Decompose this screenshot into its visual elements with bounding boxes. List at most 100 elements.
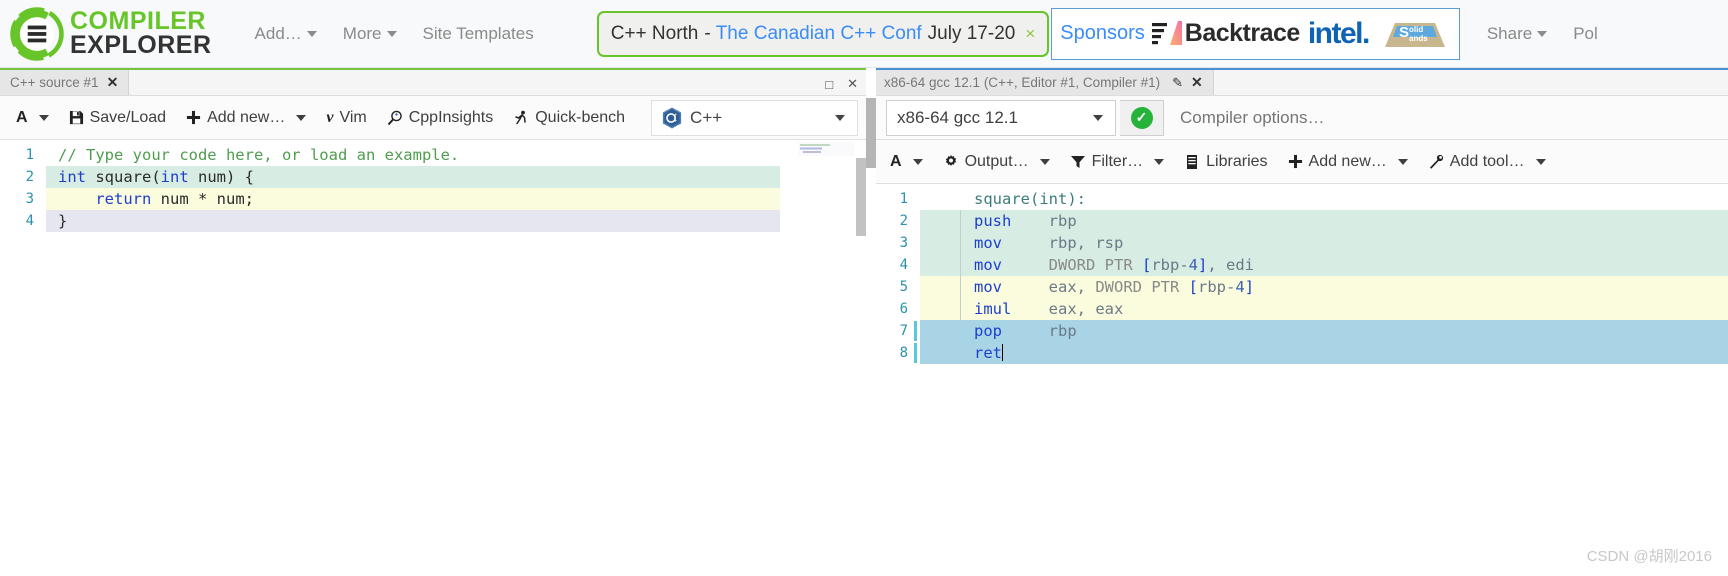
tab-title: x86-64 gcc 12.1 (C++, Editor #1, Compile… xyxy=(884,75,1161,90)
line-number: 3 xyxy=(899,235,908,251)
asm-token: rbp- xyxy=(1198,278,1236,296)
quick-bench-label: Quick-bench xyxy=(535,108,626,126)
nav-site-templates[interactable]: Site Templates xyxy=(410,18,547,50)
editor-window-controls: □ ✕ xyxy=(825,70,858,98)
asm-gutter-separator xyxy=(960,232,961,254)
close-icon[interactable]: ✕ xyxy=(1191,74,1203,91)
asm-line: 5 mov eax, DWORD PTR [rbp-4] xyxy=(874,276,1728,298)
asm-token xyxy=(1002,234,1049,252)
code-line: 3 return num * num; xyxy=(0,188,866,210)
nav-add-menu[interactable]: Add… xyxy=(242,18,330,50)
asm-token: , edi xyxy=(1207,256,1255,274)
solid-sands-logo[interactable]: S olid ands xyxy=(1379,17,1451,51)
line-content: mov eax, DWORD PTR [rbp-4] xyxy=(974,276,1254,298)
nav-more-menu[interactable]: More xyxy=(330,18,410,50)
nav-share-label: Share xyxy=(1486,23,1533,43)
scrollbar-thumb[interactable] xyxy=(866,98,876,168)
vim-button[interactable]: v Vim xyxy=(318,105,374,131)
close-icon[interactable]: × xyxy=(1025,24,1035,44)
compiler-tabstrip: x86-64 gcc 12.1 (C++, Editor #1, Compile… xyxy=(874,68,1728,96)
close-icon[interactable]: ✕ xyxy=(107,74,119,91)
code-line: 4 } xyxy=(0,210,866,232)
watermark: CSDN @胡刚2016 xyxy=(1586,548,1712,565)
tab-compiler-1[interactable]: x86-64 gcc 12.1 (C++, Editor #1, Compile… xyxy=(874,70,1214,95)
sponsor-backtrace[interactable]: Backtrace xyxy=(1151,19,1300,49)
line-content: square(int): xyxy=(974,188,1086,210)
line-content: push rbp xyxy=(974,210,1077,232)
chevron-down-icon xyxy=(306,31,317,38)
backtrace-logo xyxy=(1151,20,1182,45)
add-tool-button[interactable]: Add tool… xyxy=(1420,149,1554,175)
line-content: mov DWORD PTR [rbp-4], edi xyxy=(974,254,1254,276)
assembly-output[interactable]: 1 square(int): 2 push rbp 3 mov rbp, rsp xyxy=(874,184,1728,576)
font-size-button[interactable]: A xyxy=(8,105,57,131)
add-new-label: Add new… xyxy=(1308,152,1387,170)
editor-toolbar: A Save/Load Add new… v Vim CppInsights Q… xyxy=(0,96,866,140)
compiler-pane: x86-64 gcc 12.1 (C++, Editor #1, Compile… xyxy=(874,68,1728,576)
add-new-button[interactable]: Add new… xyxy=(1280,149,1416,175)
code-token: } xyxy=(58,212,68,230)
asm-token: ] xyxy=(1244,278,1255,296)
compiler-options-input[interactable] xyxy=(1178,99,1712,136)
panes-container: C++ source #1 ✕ □ ✕ A Save/Load Add new…… xyxy=(0,68,1728,576)
code-token: num * num; xyxy=(151,190,254,208)
sponsors-bar: Sponsors Backtrace intel. S olid ands xyxy=(1051,7,1460,60)
asm-token: DWORD PTR xyxy=(1048,256,1142,274)
libraries-button[interactable]: Libraries xyxy=(1176,149,1275,175)
scrollbar-thumb[interactable] xyxy=(856,158,866,236)
conference-link[interactable]: The Canadian C++ Conf xyxy=(716,23,922,45)
asm-line: 6 imul eax, eax xyxy=(874,298,1728,320)
editor-vertical-scrollbar[interactable] xyxy=(856,140,866,576)
nav-add-label: Add… xyxy=(254,23,302,43)
compiler-select[interactable]: x86-64 gcc 12.1 xyxy=(886,99,1116,136)
source-code-editor[interactable]: 1 // Type your code here, or load an exa… xyxy=(0,140,866,576)
add-tool-label: Add tool… xyxy=(1449,152,1525,170)
asm-token: 4 xyxy=(1235,278,1245,296)
chevron-down-icon xyxy=(1039,158,1050,165)
vim-icon: v xyxy=(326,108,334,126)
runner-icon xyxy=(513,110,529,126)
compiler-select-value: x86-64 gcc 12.1 xyxy=(897,107,1018,127)
line-content: // Type your code here, or load an examp… xyxy=(58,144,459,166)
asm-line: 2 push rbp xyxy=(874,210,1728,232)
line-number: 7 xyxy=(899,323,908,339)
tab-cpp-source-1[interactable]: C++ source #1 ✕ xyxy=(0,70,130,95)
asm-token: square(int): xyxy=(974,190,1086,208)
filter-button[interactable]: Filter… xyxy=(1062,149,1173,175)
cppinsights-button[interactable]: CppInsights xyxy=(379,105,502,131)
asm-line: 3 mov rbp, rsp xyxy=(874,232,1728,254)
brand-logo-area[interactable]: COMPILER EXPLORER xyxy=(0,6,212,61)
asm-token: ret xyxy=(974,344,1002,362)
editor-scroll-rail[interactable] xyxy=(866,68,876,576)
vim-label: Vim xyxy=(339,108,367,126)
wrench-icon xyxy=(1428,154,1444,170)
nav-links: Add… More Site Templates xyxy=(242,18,547,50)
intel-logo[interactable]: intel. xyxy=(1308,17,1371,51)
solid-sands-logo-mark: S olid ands xyxy=(1384,22,1445,47)
line-content: ret xyxy=(974,342,1003,364)
tab-title: C++ source #1 xyxy=(10,75,99,90)
add-new-button[interactable]: Add new… xyxy=(178,105,314,131)
save-load-button[interactable]: Save/Load xyxy=(61,105,175,131)
asm-line: 1 square(int): xyxy=(874,188,1728,210)
language-select[interactable]: + + C++ xyxy=(651,99,858,136)
brand-line-1: COMPILER xyxy=(70,7,206,36)
books-icon xyxy=(1184,154,1200,170)
output-button[interactable]: Output… xyxy=(935,149,1058,175)
chevron-down-icon xyxy=(1537,31,1548,38)
edit-pencil-icon[interactable]: ✎ xyxy=(1172,75,1183,91)
nav-policies[interactable]: Pol xyxy=(1560,18,1611,50)
font-size-button[interactable]: A xyxy=(882,149,931,175)
asm-line: 7 pop rbp xyxy=(874,320,1728,342)
maximize-icon[interactable]: □ xyxy=(825,77,833,92)
code-line: 2 int square(int num) { xyxy=(0,166,866,188)
quick-bench-button[interactable]: Quick-bench xyxy=(505,105,633,131)
nav-share-menu[interactable]: Share xyxy=(1474,18,1560,50)
close-icon[interactable]: ✕ xyxy=(847,76,858,92)
conference-banner[interactable]: C++ North - The Canadian C++ Conf July 1… xyxy=(596,10,1050,57)
gear-icon xyxy=(943,154,959,170)
compiler-explorer-gear-logo xyxy=(10,6,64,61)
code-token: int xyxy=(58,168,86,186)
compile-status[interactable]: ✓ xyxy=(1120,99,1164,136)
